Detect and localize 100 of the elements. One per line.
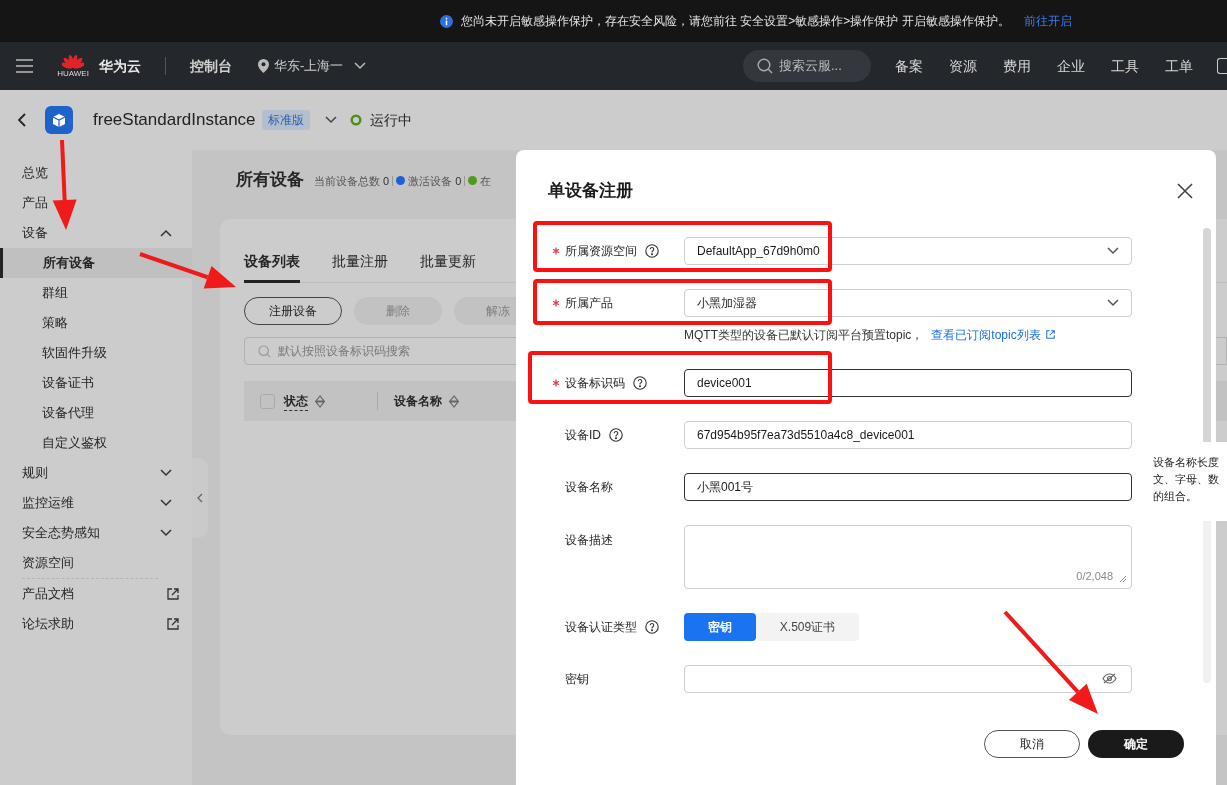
sidebar-subitem[interactable]: 设备代理 xyxy=(0,398,192,428)
logo[interactable]: HUAWEI xyxy=(59,54,87,78)
region-selector[interactable]: 华东-上海一 xyxy=(258,56,367,76)
tab[interactable]: 批量注册 xyxy=(332,251,388,283)
help-icon[interactable] xyxy=(633,375,647,390)
sidebar-item[interactable]: 产品 xyxy=(0,188,192,218)
stat-label: 激活设备 xyxy=(408,173,453,189)
column-header[interactable]: 状态 xyxy=(284,391,308,411)
auth-type-option[interactable]: X.509证书 xyxy=(756,612,859,641)
search-placeholder: 搜索云服... xyxy=(779,57,842,76)
select-all-checkbox[interactable] xyxy=(260,393,275,409)
auth-type-option[interactable]: 密钥 xyxy=(684,612,756,641)
field-label: 设备ID xyxy=(565,426,601,444)
logo-text: HUAWEI xyxy=(57,69,89,78)
tab[interactable]: 设备列表 xyxy=(244,251,300,283)
required-asterisk-icon xyxy=(552,378,560,387)
sidebar-subitem[interactable]: 策略 xyxy=(0,308,192,338)
required-asterisk-icon xyxy=(552,246,560,255)
nav-link[interactable]: 工具 xyxy=(1111,55,1139,77)
select-field[interactable]: 小黑加湿器 xyxy=(684,288,1132,317)
chevron-down-icon xyxy=(160,529,172,537)
search-icon xyxy=(258,344,271,358)
nav-link[interactable]: 费用 xyxy=(1003,55,1031,77)
info-icon xyxy=(440,14,453,28)
help-icon[interactable] xyxy=(645,243,659,258)
sidebar-subitem[interactable]: 自定义鉴权 xyxy=(0,428,192,458)
sidebar-subitem[interactable]: 所有设备 xyxy=(0,248,192,278)
confirm-button[interactable]: 确定 xyxy=(1088,729,1184,758)
chevron-up-icon xyxy=(160,229,172,237)
chevron-down-icon xyxy=(354,62,367,70)
status-ring-icon xyxy=(349,114,362,126)
chevron-down-icon xyxy=(324,116,337,124)
menu-icon[interactable] xyxy=(16,59,33,73)
nav-link[interactable]: 备案 xyxy=(895,55,923,77)
nav-link[interactable]: 资源 xyxy=(949,55,977,77)
sidebar-item[interactable]: 资源空间 xyxy=(0,548,192,578)
notice-text: 您尚未开启敏感操作保护，存在安全风险，请您前往 安全设置>敏感操作>操作保护 开启敏感操作保护。 xyxy=(461,13,1010,30)
topic-list-link[interactable]: 查看已订阅topic列表 xyxy=(931,325,1055,344)
edition-tag: 标准版 xyxy=(261,110,310,130)
sidebar-item[interactable]: 设备 xyxy=(0,218,192,248)
dialog-title: 单设备注册 xyxy=(548,180,633,202)
instance-icon xyxy=(45,106,73,134)
chevron-down-icon xyxy=(160,499,172,507)
sidebar-item[interactable]: 规则 xyxy=(0,458,192,488)
external-link-icon xyxy=(167,618,179,630)
column-header[interactable]: 设备名称 xyxy=(394,392,442,410)
help-icon[interactable] xyxy=(609,427,623,442)
stat-value: 0 xyxy=(383,173,390,189)
nav-icon[interactable] xyxy=(1217,58,1227,74)
flower-logo-icon xyxy=(62,54,84,69)
sidebar-subitem[interactable]: 群组 xyxy=(0,278,192,308)
text-field[interactable]: 小黑001号 xyxy=(684,472,1132,501)
collapse-handle[interactable] xyxy=(192,458,208,538)
enable-link[interactable]: 前往开启 xyxy=(1023,12,1072,30)
text-field[interactable]: 67d954b95f7ea73d5510a4c8_device001 xyxy=(684,420,1132,449)
resize-handle-icon[interactable] xyxy=(1119,574,1127,583)
page-title: 所有设备 xyxy=(236,168,304,191)
eye-off-icon[interactable] xyxy=(1102,673,1117,684)
chevron-down-icon xyxy=(1107,246,1119,255)
char-counter: 0/2,048 xyxy=(1076,569,1113,584)
map-pin-icon xyxy=(258,59,269,73)
console-link[interactable]: 控制台 xyxy=(190,55,232,77)
sidebar-subitem[interactable]: 软固件升级 xyxy=(0,338,192,368)
brand-name[interactable]: 华为云 xyxy=(99,55,141,77)
search-field[interactable]: 搜索云服... xyxy=(743,50,871,82)
cancel-button[interactable]: 取消 xyxy=(984,729,1080,758)
required-asterisk-icon xyxy=(552,298,560,307)
field-note: MQTT类型的设备已默认订阅平台预置topic， xyxy=(684,326,924,344)
stat-label: 当前设备总数 xyxy=(314,173,380,189)
sidebar-item[interactable]: 论坛求助 xyxy=(0,609,192,639)
search-placeholder: 默认按照设备标识码搜索 xyxy=(278,343,410,360)
field-label: 设备标识码 xyxy=(565,374,625,392)
instance-name: freeStandardInstance xyxy=(93,109,256,132)
field-label: 所属资源空间 xyxy=(565,242,637,260)
external-link-icon xyxy=(1045,330,1055,339)
sidebar-item[interactable]: 总览 xyxy=(0,158,192,188)
sidebar-item[interactable]: 监控运维 xyxy=(0,488,192,518)
back-icon[interactable] xyxy=(18,113,26,127)
nav-link[interactable]: 工单 xyxy=(1165,55,1193,77)
select-field[interactable]: DefaultApp_67d9h0m0 xyxy=(684,236,1132,265)
sidebar-item[interactable]: 安全态势感知 xyxy=(0,518,192,548)
stat-value: 0 xyxy=(455,173,462,189)
external-link-icon xyxy=(167,588,179,600)
sort-icon[interactable] xyxy=(449,394,459,408)
tab[interactable]: 批量更新 xyxy=(420,251,476,283)
sidebar-item[interactable]: 产品文档 xyxy=(0,579,192,609)
field-label: 设备描述 xyxy=(565,531,613,549)
chevron-left-icon xyxy=(197,493,203,503)
help-icon[interactable] xyxy=(645,619,659,634)
description-field[interactable]: 0/2,048 xyxy=(684,524,1132,589)
tooltip-text: 设备名称长度 文、字母、数 的组合。 xyxy=(1153,455,1220,504)
password-field[interactable] xyxy=(684,664,1132,693)
chevron-down-icon xyxy=(160,469,172,477)
sort-icon[interactable] xyxy=(315,394,325,408)
status-text: 运行中 xyxy=(369,110,412,130)
text-field[interactable]: device001 xyxy=(684,368,1132,397)
nav-link[interactable]: 企业 xyxy=(1057,55,1085,77)
sidebar-subitem[interactable]: 设备证书 xyxy=(0,368,192,398)
field-label: 密钥 xyxy=(565,670,589,688)
close-icon[interactable] xyxy=(1177,182,1193,199)
